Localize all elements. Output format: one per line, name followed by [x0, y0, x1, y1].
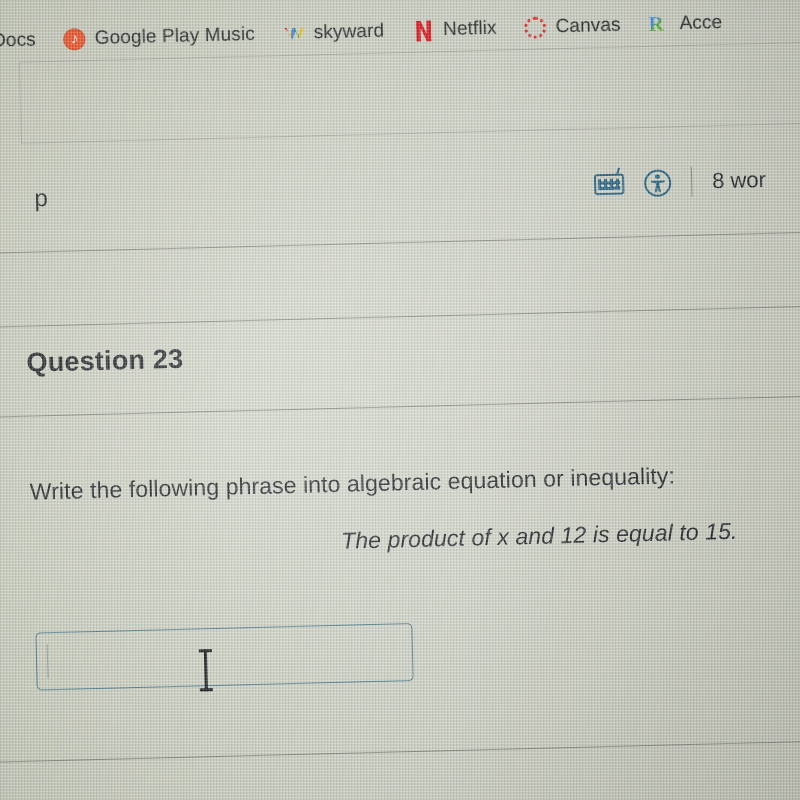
mouse-ibeam-cursor [199, 649, 213, 691]
bookmark-label: ogle Docs [0, 29, 37, 52]
bookmark-canvas[interactable]: Canvas [524, 15, 621, 39]
editor-toolbar: p 8 wor [0, 157, 800, 236]
word-count-label: 8 wor [711, 166, 767, 194]
divider-line [0, 304, 800, 329]
screenshot-root: ogle Docs Google Play Music skyward Netf… [0, 0, 800, 800]
toolbar-left-label: p [34, 185, 49, 213]
bookmark-netflix[interactable]: Netflix [412, 18, 497, 42]
page-title: Question 23 [26, 343, 184, 378]
divider-line [0, 230, 800, 255]
play-music-icon [63, 28, 87, 51]
bookmark-accelerated-reader[interactable]: Acce [648, 12, 722, 36]
netflix-icon [412, 19, 435, 42]
bookmark-label: Acce [679, 11, 723, 35]
divider-line [0, 739, 800, 764]
bookmark-label: Google Play Music [94, 23, 256, 49]
skyward-icon [283, 23, 306, 46]
keyboard-icon[interactable] [593, 173, 625, 195]
browser-page: ogle Docs Google Play Music skyward Netf… [0, 0, 800, 800]
text-caret [46, 644, 49, 679]
accessibility-icon[interactable] [643, 168, 672, 197]
answer-input[interactable] [35, 623, 414, 691]
bookmark-google-play-music[interactable]: Google Play Music [63, 24, 255, 51]
renaissance-r-icon [648, 13, 671, 36]
toolbar-right-group: 8 wor [593, 165, 767, 199]
bookmark-label: Netflix [442, 17, 497, 41]
canvas-icon [524, 16, 547, 39]
bookmark-skyward[interactable]: skyward [283, 21, 385, 46]
toolbar-divider [690, 166, 693, 197]
question-phrase: The product of x and 12 is equal to 15. [340, 517, 738, 554]
bookmark-label: Canvas [555, 14, 621, 38]
bookmark-label: skyward [313, 20, 385, 44]
bookmark-google-docs[interactable]: ogle Docs [0, 29, 36, 53]
question-prompt: Write the following phrase into algebrai… [29, 462, 676, 505]
divider-line [0, 394, 800, 419]
